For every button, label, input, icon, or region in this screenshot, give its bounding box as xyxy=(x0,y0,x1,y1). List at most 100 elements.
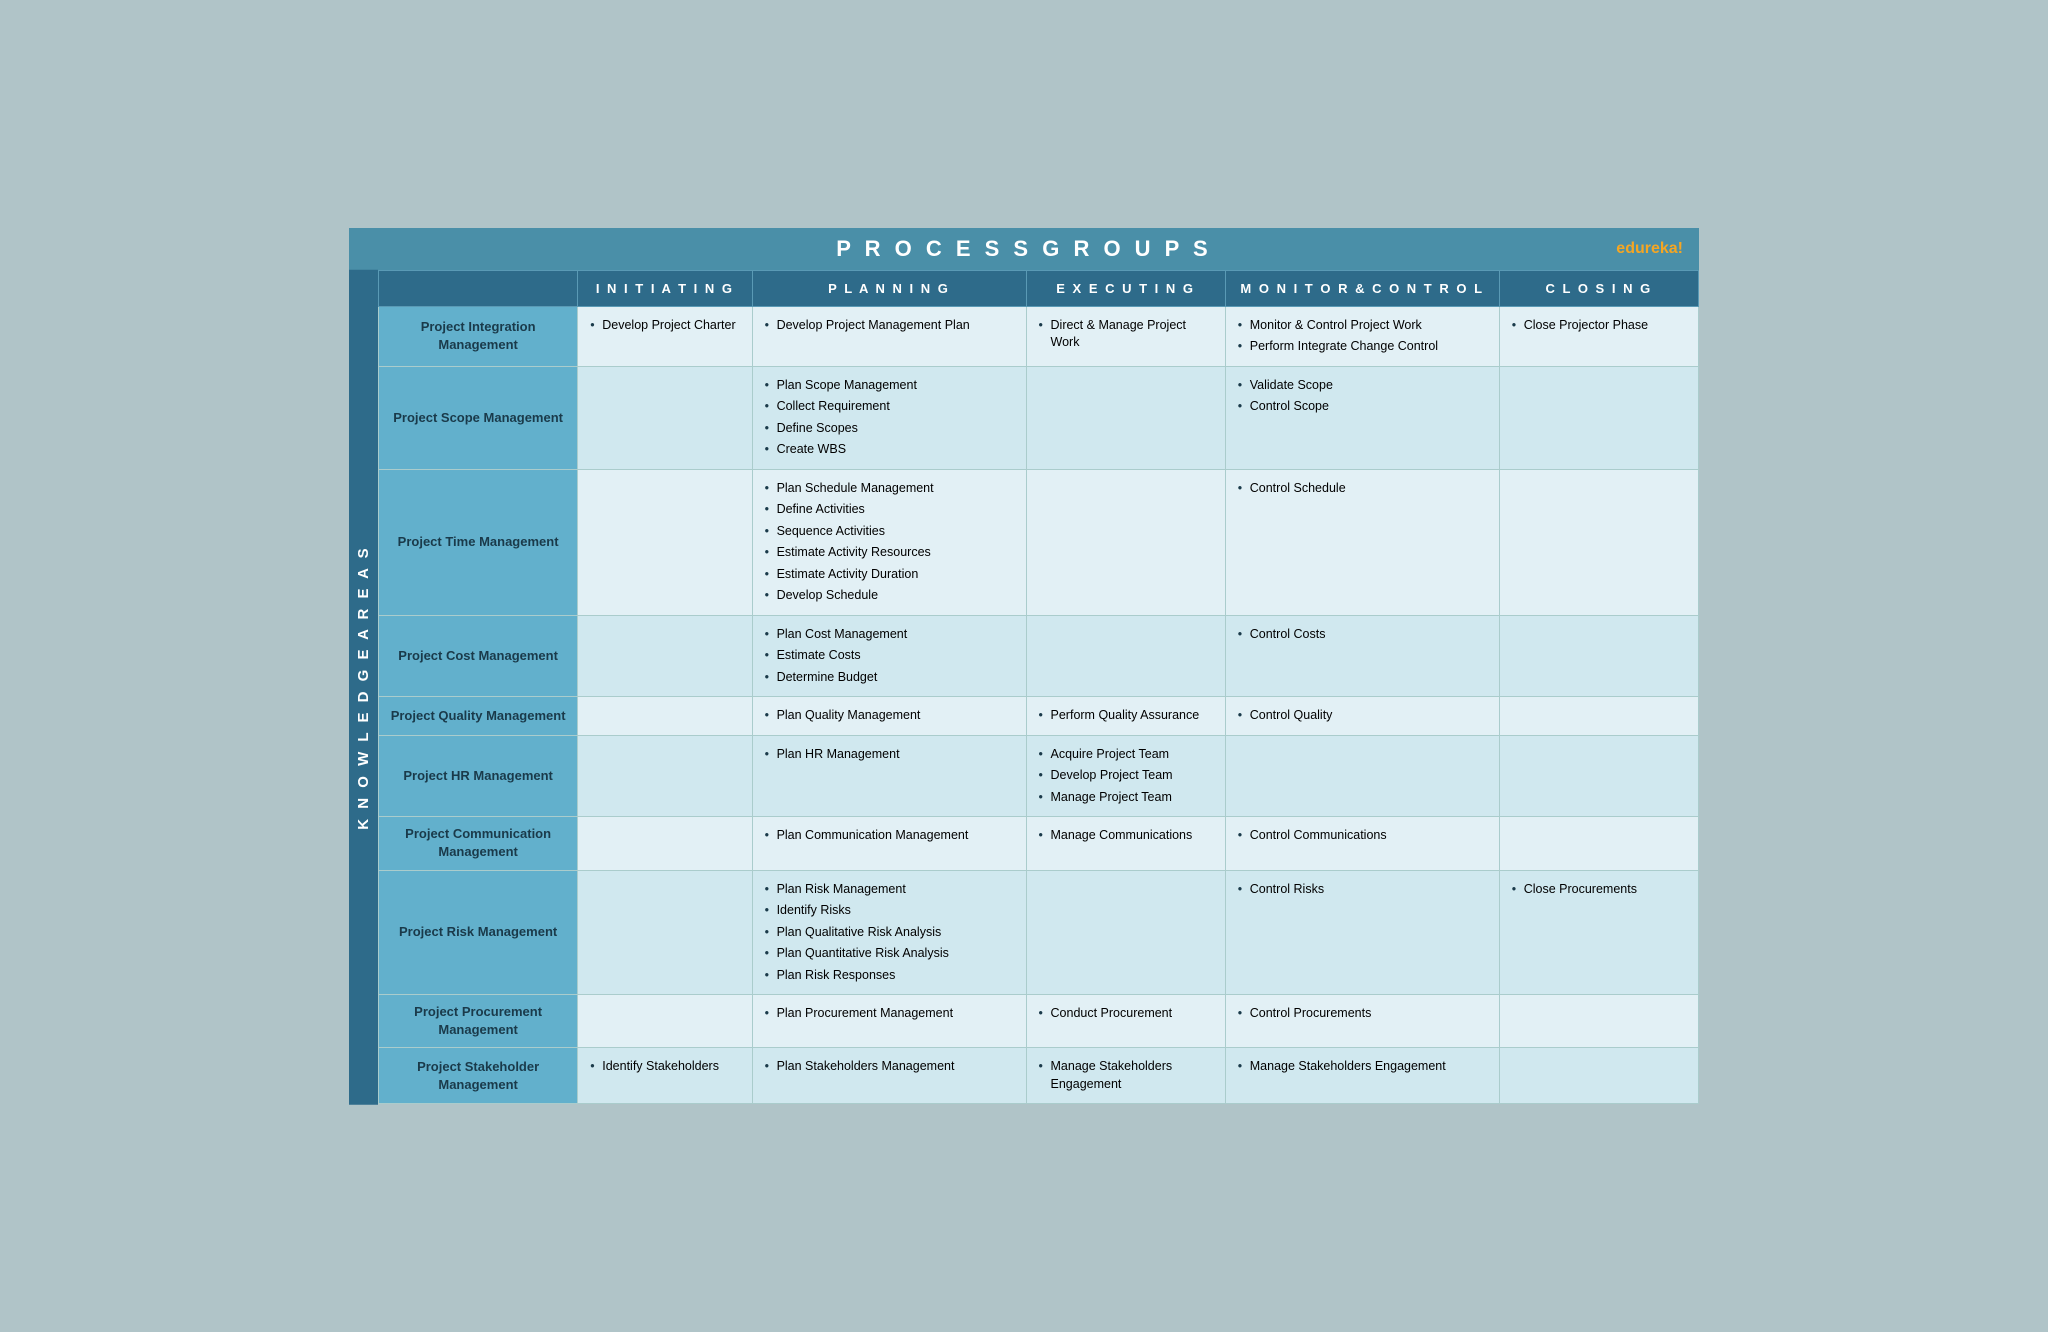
cell-item: Control Communications xyxy=(1236,825,1489,847)
cell-item: Collect Requirement xyxy=(763,396,1016,418)
col-header-monitor: M O N I T O R & C O N T R O L xyxy=(1225,270,1499,306)
cell-planning: Plan Stakeholders Management xyxy=(752,1048,1026,1104)
cell-item: Manage Communications xyxy=(1037,825,1215,847)
cell-item: Plan Scope Management xyxy=(763,375,1016,397)
cell-initiating xyxy=(578,366,752,469)
table-row: Project Time Management Plan Schedule Man… xyxy=(379,469,1699,615)
cell-item: Perform Quality Assurance xyxy=(1037,705,1215,727)
cell-monitor: Control Risks xyxy=(1225,870,1499,995)
cell-item: Validate Scope xyxy=(1236,375,1489,397)
cell-item: Sequence Activities xyxy=(763,521,1016,543)
cell-item: Develop Project Team xyxy=(1037,765,1215,787)
row-header-cell: Project HR Management xyxy=(379,735,578,817)
cell-item: Define Activities xyxy=(763,499,1016,521)
cell-item: Control Quality xyxy=(1236,705,1489,727)
header-blank xyxy=(379,270,578,306)
cell-planning: Plan Scope ManagementCollect Requirement… xyxy=(752,366,1026,469)
table-row: Project Procurement ManagementPlan Procu… xyxy=(379,995,1699,1048)
table-row: Project Quality ManagementPlan Quality M… xyxy=(379,697,1699,736)
cell-closing xyxy=(1499,615,1698,697)
cell-planning: Plan HR Management xyxy=(752,735,1026,817)
table-row: Project Cost Management Plan Cost Managem… xyxy=(379,615,1699,697)
cell-item: Control Scope xyxy=(1236,396,1489,418)
cell-executing: Acquire Project TeamDevelop Project Team… xyxy=(1026,735,1225,817)
cell-executing xyxy=(1026,469,1225,615)
cell-item: Identify Risks xyxy=(763,900,1016,922)
cell-item: Conduct Procurement xyxy=(1037,1003,1215,1025)
cell-initiating: Identify Stakeholders xyxy=(578,1048,752,1104)
col-header-planning: P L A N N I N G xyxy=(752,270,1026,306)
cell-closing xyxy=(1499,469,1698,615)
cell-item: Determine Budget xyxy=(763,667,1016,689)
cell-executing: Manage Stakeholders Engagement xyxy=(1026,1048,1225,1104)
cell-monitor: Control Costs xyxy=(1225,615,1499,697)
cell-item: Estimate Activity Duration xyxy=(763,564,1016,586)
cell-monitor: Validate ScopeControl Scope xyxy=(1225,366,1499,469)
cell-item: Perform Integrate Change Control xyxy=(1236,336,1489,358)
cell-item: Plan Quality Management xyxy=(763,705,1016,727)
row-header-cell: Project Time Management xyxy=(379,469,578,615)
cell-monitor: Control Schedule xyxy=(1225,469,1499,615)
cell-initiating xyxy=(578,870,752,995)
cell-item: Acquire Project Team xyxy=(1037,744,1215,766)
cell-planning: Develop Project Management Plan xyxy=(752,306,1026,366)
cell-planning: Plan Cost ManagementEstimate CostsDeterm… xyxy=(752,615,1026,697)
cell-monitor: Control Procurements xyxy=(1225,995,1499,1048)
cell-item: Close Projector Phase xyxy=(1510,315,1688,337)
cell-executing xyxy=(1026,366,1225,469)
table-row: Project HR Management Plan HR Management A… xyxy=(379,735,1699,817)
cell-item: Plan Stakeholders Management xyxy=(763,1056,1016,1078)
cell-item: Estimate Costs xyxy=(763,645,1016,667)
cell-item: Control Procurements xyxy=(1236,1003,1489,1025)
cell-item: Plan Schedule Management xyxy=(763,478,1016,500)
cell-item: Plan Qualitative Risk Analysis xyxy=(763,922,1016,944)
cell-closing xyxy=(1499,1048,1698,1104)
cell-initiating xyxy=(578,697,752,736)
row-header-cell: Project Stakeholder Management xyxy=(379,1048,578,1104)
cell-monitor: Control Communications xyxy=(1225,817,1499,870)
col-header-initiating: I N I T I A T I N G xyxy=(578,270,752,306)
cell-executing xyxy=(1026,870,1225,995)
cell-item: Control Risks xyxy=(1236,879,1489,901)
cell-monitor xyxy=(1225,735,1499,817)
col-header-closing: C L O S I N G xyxy=(1499,270,1698,306)
cell-closing xyxy=(1499,735,1698,817)
cell-item: Identify Stakeholders xyxy=(588,1056,741,1078)
cell-item: Develop Schedule xyxy=(763,585,1016,607)
cell-item: Plan Risk Responses xyxy=(763,965,1016,987)
row-header-cell: Project Risk Management xyxy=(379,870,578,995)
cell-closing: Close Projector Phase xyxy=(1499,306,1698,366)
cell-item: Estimate Activity Resources xyxy=(763,542,1016,564)
row-header-cell: Project Integration Management xyxy=(379,306,578,366)
row-header-cell: Project Communication Management xyxy=(379,817,578,870)
cell-item: Plan Cost Management xyxy=(763,624,1016,646)
cell-closing xyxy=(1499,697,1698,736)
cell-monitor: Monitor & Control Project WorkPerform In… xyxy=(1225,306,1499,366)
row-header-cell: Project Cost Management xyxy=(379,615,578,697)
cell-item: Plan Communication Management xyxy=(763,825,1016,847)
table-row: Project Integration Management Develop Pr… xyxy=(379,306,1699,366)
cell-item: Create WBS xyxy=(763,439,1016,461)
cell-item: Plan HR Management xyxy=(763,744,1016,766)
main-content: K N O W L E D G E A R E A S I N I T I A … xyxy=(349,270,1699,1105)
cell-initiating xyxy=(578,615,752,697)
cell-item: Plan Procurement Management xyxy=(763,1003,1016,1025)
knowledge-areas-label: K N O W L E D G E A R E A S xyxy=(349,270,378,1105)
cell-closing xyxy=(1499,366,1698,469)
cell-item: Direct & Manage Project Work xyxy=(1037,315,1215,354)
col-header-executing: E X E C U T I N G xyxy=(1026,270,1225,306)
cell-item: Control Schedule xyxy=(1236,478,1489,500)
cell-item: Develop Project Charter xyxy=(588,315,741,337)
cell-item: Plan Risk Management xyxy=(763,879,1016,901)
title-bar: P R O C E S S G R O U P S edureka! xyxy=(349,228,1699,270)
table-row: Project Stakeholder Management Identify S… xyxy=(379,1048,1699,1104)
cell-executing: Direct & Manage Project Work xyxy=(1026,306,1225,366)
cell-closing xyxy=(1499,995,1698,1048)
cell-executing xyxy=(1026,615,1225,697)
cell-item: Manage Project Team xyxy=(1037,787,1215,809)
row-header-cell: Project Scope Management xyxy=(379,366,578,469)
cell-initiating: Develop Project Charter xyxy=(578,306,752,366)
table-row: Project Risk Management Plan Risk Managem… xyxy=(379,870,1699,995)
cell-item: Control Costs xyxy=(1236,624,1489,646)
cell-executing: Perform Quality Assurance xyxy=(1026,697,1225,736)
